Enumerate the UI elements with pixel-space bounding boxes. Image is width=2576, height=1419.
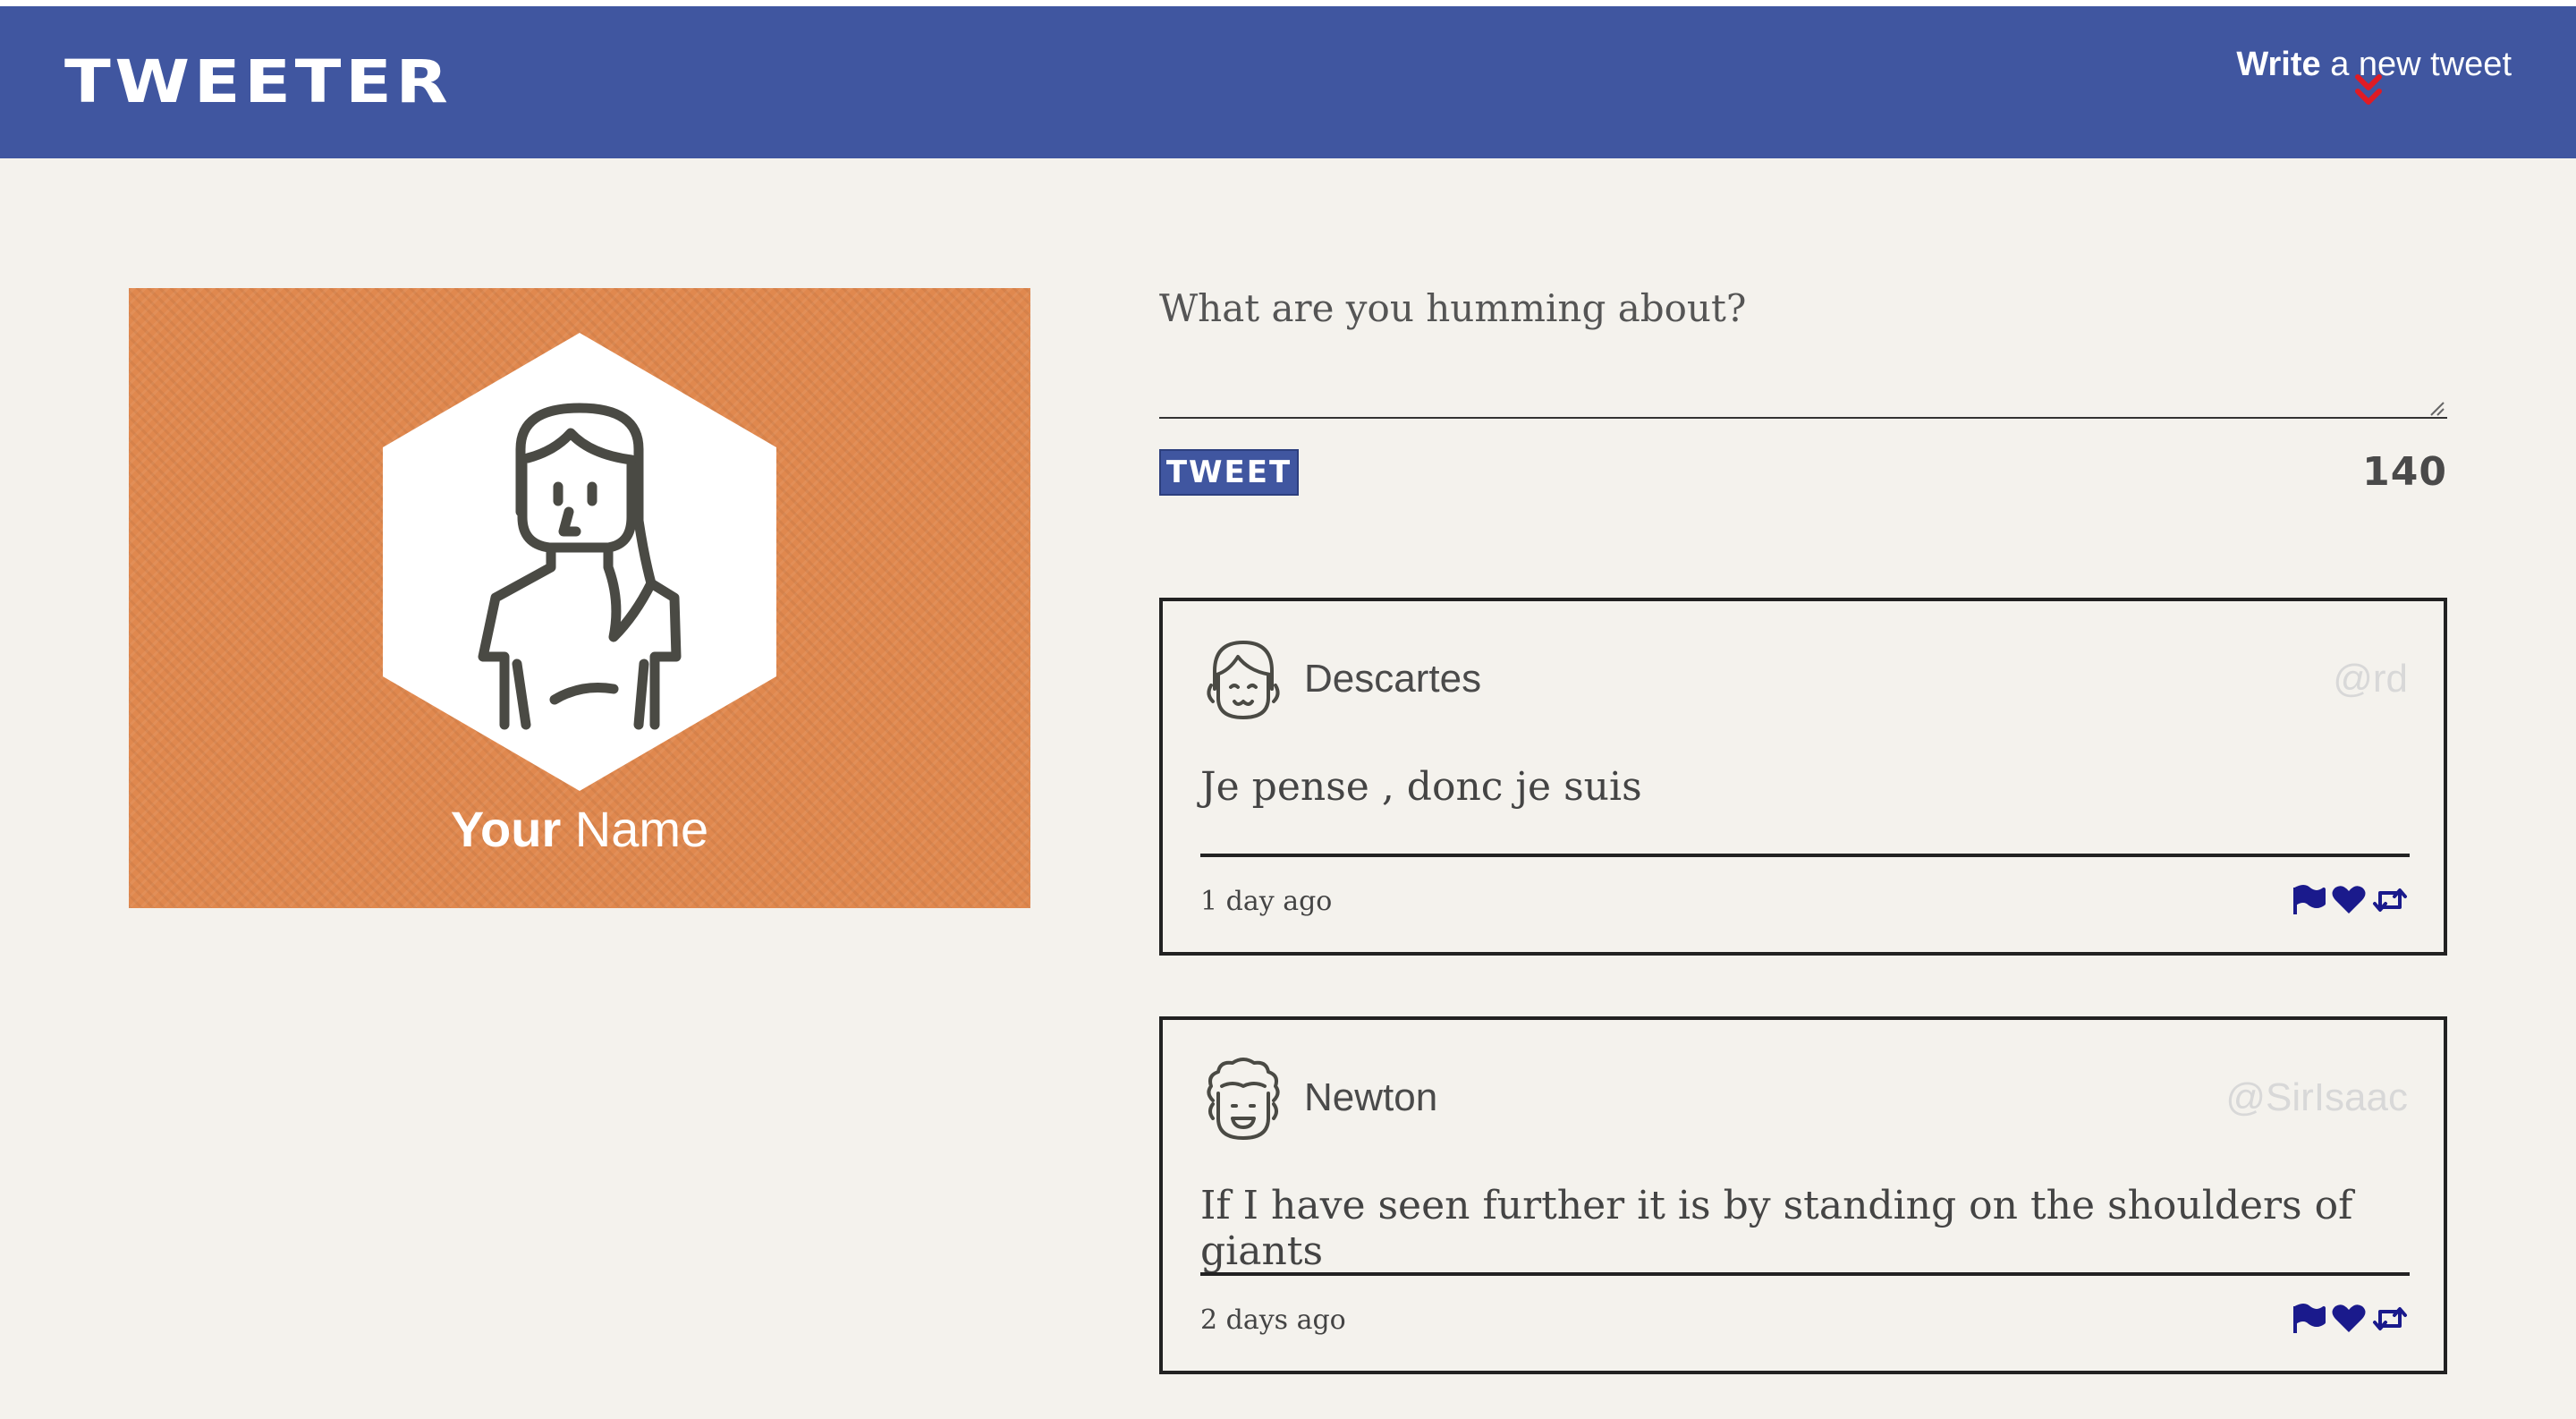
profile-first-name: Your <box>450 801 562 857</box>
heart-icon[interactable] <box>2331 884 2367 916</box>
tweet-textarea[interactable] <box>1159 279 2447 419</box>
character-counter: 140 <box>2362 449 2447 495</box>
tweet-card: Descartes @rd Je pense , donc je suis 1 … <box>1159 598 2447 956</box>
navbar: TWEETER Write a new tweet <box>0 6 2576 158</box>
curly-hair-face-icon <box>1207 1058 1280 1140</box>
retweet-icon[interactable] <box>2372 884 2408 916</box>
girl-face-icon <box>1207 641 1280 719</box>
tweet-content: Je pense , donc je suis <box>1200 764 1642 810</box>
profile-card: Your Name <box>129 288 1030 908</box>
top-border <box>0 0 2576 6</box>
retweet-icon[interactable] <box>2372 1303 2408 1335</box>
heart-icon[interactable] <box>2331 1303 2367 1335</box>
profile-avatar-icon <box>383 333 776 791</box>
tweet-age: 1 day ago <box>1200 886 1333 917</box>
tweet-author-name[interactable]: Newton <box>1304 1075 1437 1120</box>
tweet-actions <box>2290 884 2408 916</box>
tweet-author-handle[interactable]: @SirIsaac <box>2225 1075 2408 1120</box>
compose-form: TWEET 140 <box>1159 265 2447 515</box>
tweet-author-name[interactable]: Descartes <box>1304 657 1481 701</box>
flag-icon[interactable] <box>2290 884 2326 916</box>
tweet-divider <box>1200 1272 2410 1276</box>
write-new-tweet-rest: a new tweet <box>2320 46 2512 83</box>
tweet-button[interactable]: TWEET <box>1159 449 1299 496</box>
tweet-content: If I have seen further it is by standing… <box>1200 1183 2353 1274</box>
tweet-divider <box>1200 854 2410 857</box>
profile-name: Your Name <box>129 800 1030 858</box>
tweet-card: Newton @SirIsaac If I have seen further … <box>1159 1016 2447 1374</box>
resize-grip-icon[interactable] <box>2428 399 2445 417</box>
tweet-age: 2 days ago <box>1200 1304 1346 1336</box>
tweet-author-handle[interactable]: @rd <box>2333 657 2408 701</box>
double-chevron-down-icon[interactable] <box>2351 73 2386 109</box>
tweet-actions <box>2290 1303 2408 1335</box>
brand-logo[interactable]: TWEETER <box>64 47 452 116</box>
flag-icon[interactable] <box>2290 1303 2326 1335</box>
profile-last-name: Name <box>561 801 709 857</box>
write-new-tweet-bold: Write <box>2236 46 2321 83</box>
